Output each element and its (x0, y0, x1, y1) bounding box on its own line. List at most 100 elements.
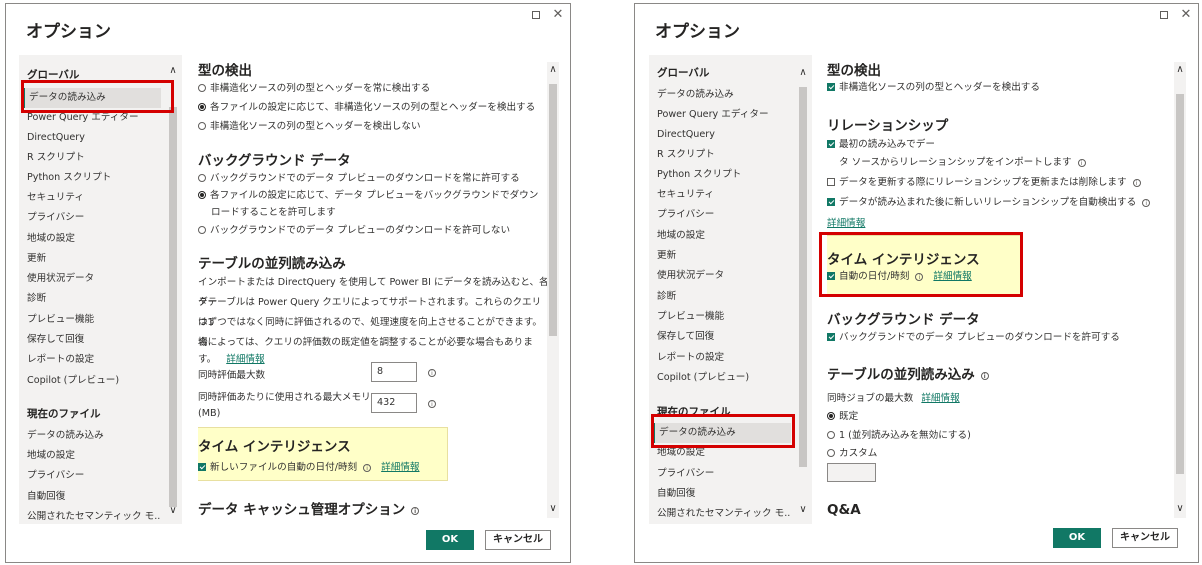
nav-item-privacy[interactable]: プライバシー (23, 208, 161, 228)
nav-item-file-privacy[interactable]: プライバシー (23, 466, 161, 486)
more-info-link[interactable]: 詳細情報 (226, 354, 264, 365)
max-memory-input[interactable]: 432 (371, 393, 417, 413)
nav-item-report-settings[interactable]: レポートの設定 (23, 350, 161, 370)
info-icon[interactable]: i (428, 369, 436, 377)
info-icon[interactable]: i (1142, 199, 1151, 207)
checkbox[interactable] (827, 333, 835, 341)
radio-button[interactable] (198, 191, 206, 199)
content-scrollbar[interactable]: ∧ ∨ (547, 62, 559, 518)
nav-item-diagnostics[interactable]: 診断 (23, 289, 161, 309)
radio-bg-never[interactable]: バックグラウンドでのデータ プレビューのダウンロードを許可しない (198, 224, 510, 238)
nav-item-preview-features[interactable]: プレビュー機能 (653, 307, 791, 327)
nav-item-preview-features[interactable]: プレビュー機能 (23, 310, 161, 330)
checkbox-background-preview[interactable]: バックグランドでのデータ プレビューのダウンロードを許可する (827, 331, 1120, 345)
nav-item-r-script[interactable]: R スクリプト (653, 145, 791, 165)
ok-button[interactable]: OK (426, 530, 474, 550)
checkbox-detect-types[interactable]: 非構造化ソースの列の型とヘッダーを検出する (827, 81, 1040, 95)
checkbox-autodetect-relationships[interactable]: データが読み込まれた後に新しいリレーションシップを自動検出する i (827, 196, 1151, 210)
info-icon[interactable]: i (980, 372, 989, 380)
nav-item-updates[interactable]: 更新 (653, 246, 791, 266)
checkbox-update-relationships[interactable]: データを更新する際にリレーションシップを更新または削除します i (827, 176, 1141, 190)
nav-item-file-regional[interactable]: 地域の設定 (23, 446, 161, 466)
radio-parallel-default[interactable]: 既定 (827, 410, 858, 424)
content-scrollbar-thumb[interactable] (549, 84, 557, 336)
chevron-up-icon[interactable]: ∧ (547, 64, 559, 75)
radio-type-always[interactable]: 非構造化ソースの列の型とヘッダーを常に検出する (198, 82, 430, 96)
radio-button[interactable] (198, 226, 206, 234)
radio-button[interactable] (198, 103, 206, 111)
maximize-icon[interactable] (1160, 11, 1168, 19)
nav-item-python-script[interactable]: Python スクリプト (653, 165, 791, 185)
radio-parallel-custom[interactable]: カスタム (827, 447, 877, 461)
nav-item-usage-data[interactable]: 使用状況データ (23, 269, 161, 289)
radio-button[interactable] (198, 84, 206, 92)
radio-button[interactable] (827, 412, 835, 420)
chevron-down-icon[interactable]: ∨ (167, 505, 179, 516)
custom-jobs-input[interactable] (827, 463, 876, 482)
checkbox[interactable] (827, 83, 835, 91)
checkbox-import-relationships[interactable]: 最初の読み込みでデー (827, 138, 935, 152)
nav-item-regional[interactable]: 地域の設定 (23, 229, 161, 249)
nav-scrollbar[interactable]: ∧ ∨ (797, 67, 809, 519)
nav-item-regional[interactable]: 地域の設定 (653, 226, 791, 246)
nav-item-usage-data[interactable]: 使用状況データ (653, 266, 791, 286)
radio-button[interactable] (198, 174, 206, 182)
chevron-up-icon[interactable]: ∧ (167, 65, 179, 76)
ok-button[interactable]: OK (1053, 528, 1101, 548)
chevron-up-icon[interactable]: ∧ (797, 67, 809, 78)
checkbox[interactable] (827, 140, 835, 148)
info-icon[interactable]: i (411, 507, 420, 515)
info-icon[interactable]: i (1132, 179, 1141, 187)
nav-item-copilot[interactable]: Copilot (プレビュー) (653, 368, 791, 388)
nav-item-file-autorecover[interactable]: 自動回復 (653, 484, 791, 504)
nav-scrollbar[interactable]: ∧ ∨ (167, 65, 179, 520)
nav-item-file-data-load[interactable]: データの読み込み (23, 426, 161, 446)
nav-item-security[interactable]: セキュリティ (653, 185, 791, 205)
nav-item-privacy[interactable]: プライバシー (653, 205, 791, 225)
nav-item-python-script[interactable]: Python スクリプト (23, 168, 161, 188)
nav-scrollbar-thumb[interactable] (169, 107, 177, 507)
cancel-button[interactable]: キャンセル (1112, 528, 1178, 548)
chevron-down-icon[interactable]: ∨ (1174, 503, 1186, 514)
checkbox[interactable] (827, 198, 835, 206)
chevron-up-icon[interactable]: ∧ (1174, 64, 1186, 75)
content-scrollbar[interactable]: ∧ ∨ (1174, 62, 1186, 518)
nav-item-file-semantic-model[interactable]: 公開されたセマンティック モ... (653, 504, 791, 524)
nav-item-diagnostics[interactable]: 診断 (653, 287, 791, 307)
nav-item-save-recover[interactable]: 保存して回復 (653, 327, 791, 347)
info-icon[interactable]: i (1077, 159, 1086, 167)
max-concurrent-input[interactable]: 8 (371, 362, 417, 382)
radio-button[interactable] (827, 431, 835, 439)
maximize-icon[interactable] (532, 11, 540, 19)
chevron-down-icon[interactable]: ∨ (547, 503, 559, 514)
nav-item-security[interactable]: セキュリティ (23, 188, 161, 208)
nav-item-file-privacy[interactable]: プライバシー (653, 464, 791, 484)
radio-button[interactable] (198, 122, 206, 130)
radio-button[interactable] (827, 449, 835, 457)
nav-item-save-recover[interactable]: 保存して回復 (23, 330, 161, 350)
nav-item-r-script[interactable]: R スクリプト (23, 148, 161, 168)
nav-item-directquery[interactable]: DirectQuery (23, 128, 161, 148)
radio-type-per-file[interactable]: 各ファイルの設定に応じて、非構造化ソースの列の型とヘッダーを検出する (198, 101, 535, 115)
more-info-link[interactable]: 詳細情報 (827, 215, 865, 229)
nav-item-data-load[interactable]: データの読み込み (653, 85, 791, 105)
nav-item-updates[interactable]: 更新 (23, 249, 161, 269)
radio-parallel-one[interactable]: 1 (並列読み込みを無効にする) (827, 429, 971, 443)
nav-item-power-query-editor[interactable]: Power Query エディター (653, 105, 791, 125)
checkbox[interactable] (827, 178, 835, 186)
radio-bg-per-file[interactable]: 各ファイルの設定に応じて、データ プレビューをバックグラウンドでダウン (198, 189, 538, 203)
cancel-button[interactable]: キャンセル (485, 530, 551, 550)
nav-item-directquery[interactable]: DirectQuery (653, 125, 791, 145)
radio-bg-always[interactable]: バックグラウンドでのデータ プレビューのダウンロードを常に許可する (198, 172, 520, 186)
chevron-down-icon[interactable]: ∨ (797, 504, 809, 515)
radio-type-never[interactable]: 非構造化ソースの列の型とヘッダーを検出しない (198, 120, 421, 134)
nav-scrollbar-thumb[interactable] (799, 87, 807, 467)
nav-item-copilot[interactable]: Copilot (プレビュー) (23, 371, 161, 391)
content-scrollbar-thumb[interactable] (1176, 94, 1184, 474)
more-info-link[interactable]: 詳細情報 (921, 393, 959, 404)
nav-item-report-settings[interactable]: レポートの設定 (653, 348, 791, 368)
info-icon[interactable]: i (428, 400, 436, 408)
nav-item-file-autorecover[interactable]: 自動回復 (23, 487, 161, 507)
close-icon[interactable]: ✕ (1180, 8, 1192, 21)
nav-item-file-semantic-model[interactable]: 公開されたセマンティック モ... (23, 507, 161, 527)
